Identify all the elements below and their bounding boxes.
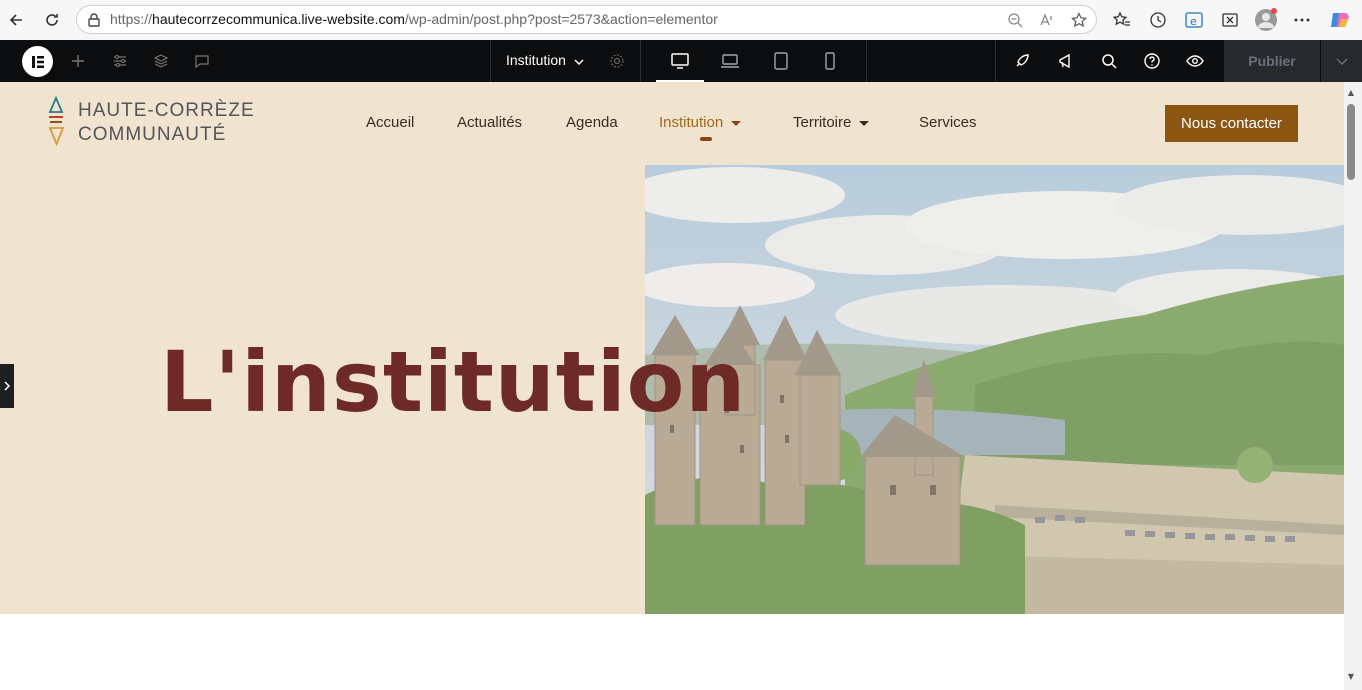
ie-mode-icon[interactable]: e: [1182, 8, 1206, 32]
screenshot-icon[interactable]: [1218, 8, 1242, 32]
whats-new-icon[interactable]: [1056, 51, 1076, 71]
scroll-up-icon[interactable]: ▲: [1346, 88, 1356, 98]
lock-icon[interactable]: [86, 12, 102, 28]
laptop-icon[interactable]: [718, 49, 742, 73]
elementor-toolbar: Institution Publier: [0, 40, 1362, 94]
tablet-icon[interactable]: [769, 49, 793, 73]
zoom-out-icon[interactable]: [1007, 12, 1023, 28]
mobile-icon[interactable]: [818, 49, 842, 73]
nav-item-label: Institution: [659, 114, 724, 131]
site-logo[interactable]: HAUTE-CORRÈZE COMMUNAUTÉ: [46, 96, 254, 150]
logo-line-1: HAUTE-CORRÈZE: [78, 100, 255, 121]
editor-canvas: HAUTE-CORRÈZE COMMUNAUTÉ Accueil Actuali…: [0, 82, 1344, 690]
canvas-scrollbar[interactable]: ▲ ▼: [1344, 82, 1362, 690]
comments-icon[interactable]: [192, 51, 212, 71]
panel-toggle[interactable]: [0, 364, 14, 408]
elementor-logo[interactable]: [22, 46, 53, 77]
scroll-down-icon[interactable]: ▼: [1346, 672, 1356, 682]
layers-icon[interactable]: [151, 51, 171, 71]
caret-down-icon: [859, 120, 870, 126]
browser-toolbar: https://hautecorrzecommunica.live-websit…: [0, 0, 1362, 40]
chevron-down-icon[interactable]: [1321, 40, 1362, 82]
back-icon[interactable]: [4, 8, 28, 32]
divider: [490, 40, 491, 82]
refresh-icon[interactable]: [40, 8, 64, 32]
nav-item-institution[interactable]: Institution: [659, 114, 742, 131]
favorites-icon[interactable]: [1110, 8, 1134, 32]
caret-down-icon: [731, 120, 742, 126]
hero-image[interactable]: [645, 165, 1344, 614]
copilot-icon[interactable]: [1328, 8, 1352, 32]
site-header: HAUTE-CORRÈZE COMMUNAUTÉ Accueil Actuali…: [0, 82, 1344, 165]
scroll-thumb[interactable]: [1347, 104, 1355, 180]
preview-icon[interactable]: [1185, 51, 1205, 71]
page-title: L'institution: [160, 333, 747, 431]
divider: [866, 40, 867, 82]
more-icon[interactable]: [1290, 8, 1314, 32]
divider: [995, 40, 996, 82]
page-selector[interactable]: Institution: [506, 52, 566, 68]
desktop-icon[interactable]: [668, 49, 692, 73]
nav-item-territoire[interactable]: Territoire: [793, 114, 870, 131]
nav-item-agenda[interactable]: Agenda: [566, 114, 618, 131]
nav-item-services[interactable]: Services: [919, 114, 977, 131]
publish-button[interactable]: Publier: [1224, 40, 1320, 82]
address-bar[interactable]: https://hautecorrzecommunica.live-websit…: [76, 5, 1097, 34]
read-aloud-icon[interactable]: [1039, 12, 1055, 28]
svg-text:e: e: [1190, 15, 1197, 28]
profile-avatar[interactable]: [1254, 8, 1278, 32]
nav-item-accueil[interactable]: Accueil: [366, 114, 414, 131]
divider: [640, 40, 641, 82]
settings-icon[interactable]: [110, 51, 130, 71]
search-icon[interactable]: [1099, 51, 1119, 71]
url-text: https://hautecorrzecommunica.live-websit…: [110, 11, 718, 27]
contact-button[interactable]: Nous contacter: [1165, 105, 1298, 142]
favorite-icon[interactable]: [1071, 12, 1087, 28]
add-icon[interactable]: [68, 51, 88, 71]
nav-item-actualites[interactable]: Actualités: [457, 114, 522, 131]
logo-line-2: COMMUNAUTÉ: [78, 124, 227, 145]
page-settings-icon[interactable]: [607, 51, 627, 71]
history-icon[interactable]: [1146, 8, 1170, 32]
active-nav-indicator: [700, 137, 712, 141]
launch-icon[interactable]: [1012, 51, 1032, 71]
chevron-down-icon[interactable]: [572, 54, 586, 68]
nav-item-label: Territoire: [793, 114, 852, 131]
help-icon[interactable]: [1142, 51, 1162, 71]
